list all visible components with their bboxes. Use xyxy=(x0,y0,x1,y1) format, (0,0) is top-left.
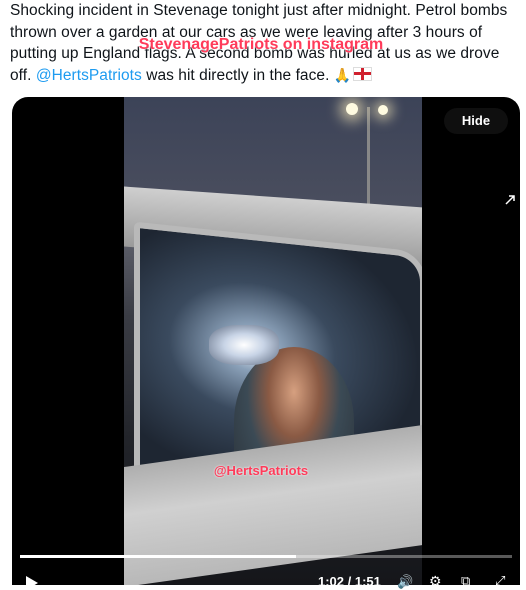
gear-icon[interactable]: ⚙ xyxy=(429,573,442,590)
tweet-body-tail: was hit directly in the face. xyxy=(141,66,334,84)
street-light-icon xyxy=(346,103,358,115)
england-flag-icon xyxy=(353,66,373,81)
hide-button[interactable]: Hide xyxy=(444,108,508,134)
pip-icon[interactable]: ⧉ xyxy=(461,573,470,589)
play-icon[interactable] xyxy=(26,576,38,590)
progress-fill xyxy=(20,555,296,558)
volume-icon[interactable]: 🔊 xyxy=(397,574,413,590)
video-player[interactable] xyxy=(12,97,520,585)
video-frame[interactable] xyxy=(124,97,422,585)
watermark-caption: StevenagePatriots on instagram xyxy=(138,36,384,53)
watermark-handle: @HertsPatriots xyxy=(213,463,309,478)
video-time: 1:02 / 1:51 xyxy=(318,574,381,589)
fullscreen-icon[interactable]: ⤢ xyxy=(495,573,505,589)
expand-icon xyxy=(505,195,515,205)
video-controls: 1:02 / 1:51 🔊 ⚙ ⧉ ⤢ xyxy=(12,565,520,590)
street-light-icon xyxy=(378,105,388,115)
praying-hands-icon: 🙏 xyxy=(333,66,352,83)
progress-bar[interactable] xyxy=(20,555,512,558)
mention-link[interactable]: @HertsPatriots xyxy=(36,67,142,84)
